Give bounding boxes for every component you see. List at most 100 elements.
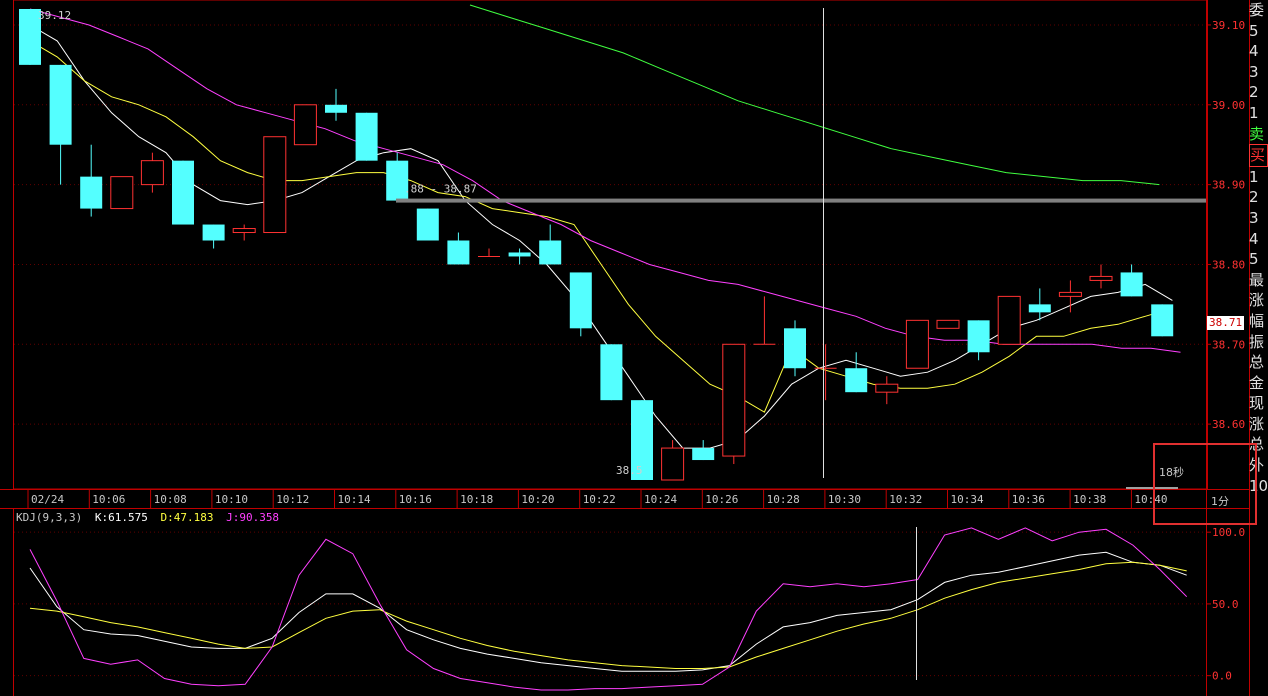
candle-down <box>172 160 194 225</box>
side-panel-cell: 最 <box>1249 270 1265 289</box>
time-tick-label: 10:10 <box>215 493 248 506</box>
price-tick-label: 38.60 <box>1212 418 1245 431</box>
quote-side-panel: 委54321卖买12345最涨幅振总金现涨总外10: <box>1249 0 1268 496</box>
candle-down <box>202 224 225 241</box>
kdj-panel: 100.0 50.0 0.0 <box>14 526 1245 691</box>
time-tick-label: 10:34 <box>951 493 984 506</box>
candle-down <box>539 240 562 265</box>
time-tick-label: 10:12 <box>276 493 309 506</box>
time-tick-label: 10:28 <box>767 493 800 506</box>
candle-down <box>569 272 592 329</box>
time-tick-label: 10:22 <box>583 493 616 506</box>
time-tick-label: 10:24 <box>644 493 677 506</box>
kdj-k-line <box>29 551 1187 672</box>
low-label: 38.5 <box>616 464 643 477</box>
kdj-j-value: J:90.358 <box>226 511 280 524</box>
candle-up <box>293 104 317 146</box>
candle-up <box>936 319 960 329</box>
side-panel-cell: 振 <box>1249 332 1265 351</box>
ma-long-line <box>469 4 1160 186</box>
side-panel-cell: 5 <box>1249 21 1259 40</box>
time-tick-label: 10:38 <box>1073 493 1106 506</box>
kdj-tick-label: 100.0 <box>1212 526 1245 539</box>
candle-down <box>416 208 439 241</box>
side-panel-cell: 5 <box>1249 250 1259 269</box>
side-panel-cell: 3 <box>1249 208 1259 227</box>
time-tick-label: 10:32 <box>889 493 922 506</box>
side-panel-cell: 幅 <box>1249 311 1265 330</box>
candle-down <box>80 176 103 209</box>
side-panel-cell: 卖 <box>1249 124 1265 143</box>
candle-down <box>447 240 470 265</box>
price-tick-label: 39.10 <box>1212 19 1245 32</box>
time-tick-label: 02/24 <box>31 493 64 506</box>
candle-down <box>355 112 378 161</box>
candle-down <box>1028 304 1051 313</box>
candle-up <box>232 228 256 234</box>
candle-up <box>1089 275 1113 281</box>
candle-down <box>845 368 868 393</box>
side-panel-cell: 4 <box>1249 42 1259 61</box>
side-panel-cell: 总 <box>1249 353 1265 372</box>
time-tick-label: 10:06 <box>92 493 125 506</box>
time-tick-label: 10:26 <box>705 493 738 506</box>
side-panel-cell: 委 <box>1249 1 1265 19</box>
kdj-d-value: D:47.183 <box>160 511 214 524</box>
side-panel-cell: 涨 <box>1249 414 1265 433</box>
candle-down <box>967 320 990 353</box>
price-tick-label: 38.70 <box>1212 338 1245 351</box>
candle-up <box>875 383 899 393</box>
chart-canvas[interactable]: 39.10 39.00 38.90 38.80 38.70 38.60 02/24 10:0… <box>0 0 1268 696</box>
candle-down <box>600 344 623 401</box>
candle-down <box>508 252 531 257</box>
kdj-k-value: K:61.575 <box>94 511 148 524</box>
side-panel-cell: 1 <box>1249 167 1259 186</box>
kdj-tick-label: 50.0 <box>1212 598 1239 611</box>
side-panel-cell: 现 <box>1249 394 1265 413</box>
range-band <box>396 198 1206 203</box>
side-panel-cell: 1 <box>1249 103 1259 122</box>
kdj-header: KDJ(9,3,3) K:61.575 D:47.183 J:90.358 <box>16 511 285 524</box>
time-tick-label: 10:14 <box>338 493 371 506</box>
side-panel-cell: 3 <box>1249 62 1259 81</box>
time-tick-label: 10:36 <box>1012 493 1045 506</box>
range-label: .88 - 38.87 <box>404 183 477 196</box>
time-tick-label: 10:16 <box>399 493 432 506</box>
time-tick-label: 10:08 <box>154 493 187 506</box>
candle-down <box>692 448 715 461</box>
high-label: 39.12 <box>38 9 71 22</box>
time-tick-label: 10:20 <box>521 493 554 506</box>
candle-up <box>1058 291 1082 297</box>
kdj-name: KDJ(9,3,3) <box>16 511 83 524</box>
time-axis: 02/24 10:06 10:08 10:10 10:12 10:14 10:16 10:18… <box>27 490 1168 508</box>
price-tick-label: 38.90 <box>1212 179 1245 192</box>
candle-up <box>263 136 287 234</box>
candle-up <box>140 160 164 186</box>
candle-down <box>1151 304 1174 337</box>
side-panel-cell: 金 <box>1249 373 1265 392</box>
candle-up <box>905 319 929 369</box>
price-axis: 39.10 39.00 38.90 38.80 38.70 38.60 <box>1206 19 1245 431</box>
candle-up <box>661 447 685 481</box>
side-panel-cell: 4 <box>1249 229 1259 248</box>
candle-down <box>1120 272 1143 297</box>
time-tick-label: 10:30 <box>828 493 861 506</box>
side-panel-cell: 买 <box>1249 144 1268 167</box>
kdj-j-line <box>29 527 1188 691</box>
price-tick-label: 38.80 <box>1212 258 1245 271</box>
candle-up <box>110 176 134 210</box>
candlesticks[interactable] <box>19 8 1174 481</box>
candle-down <box>784 328 806 369</box>
side-panel-cell: 2 <box>1249 188 1259 207</box>
price-frame <box>13 0 1208 490</box>
kdj-d-line <box>29 561 1187 669</box>
candle-up <box>997 295 1021 345</box>
price-tick-label: 39.00 <box>1212 99 1245 112</box>
price-grid <box>0 0 1250 696</box>
last-price-tag: 38.71 <box>1207 316 1245 330</box>
candle-up <box>722 343 746 457</box>
side-panel-cell: 涨 <box>1249 291 1265 310</box>
side-panel-cell: 2 <box>1249 83 1259 102</box>
candle-down <box>49 64 72 145</box>
candle-down <box>325 104 347 113</box>
